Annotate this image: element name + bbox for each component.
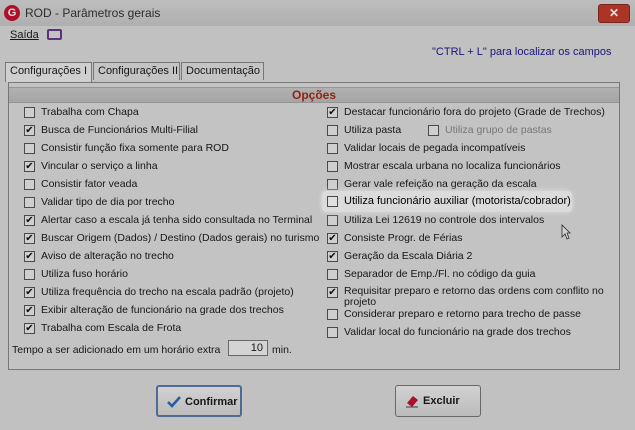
checkbox[interactable] bbox=[24, 161, 35, 172]
option-label: Destacar funcionário fora do projeto (Gr… bbox=[344, 106, 605, 118]
tab-label: Configurações II bbox=[98, 65, 179, 77]
option-label: Validar tipo de dia por trecho bbox=[41, 196, 175, 208]
tempo-label: Tempo a ser adicionado em um horário ext… bbox=[12, 344, 221, 356]
confirm-label: Confirmar bbox=[185, 396, 238, 408]
check-icon bbox=[167, 396, 181, 408]
option-label: Mostrar escala urbana no localiza funcio… bbox=[344, 160, 561, 172]
mouse-cursor-icon bbox=[561, 224, 571, 240]
tempo-unit: min. bbox=[272, 344, 292, 356]
checkbox[interactable] bbox=[327, 143, 338, 154]
checkbox[interactable] bbox=[327, 161, 338, 172]
tab-label: Configurações I bbox=[10, 65, 88, 77]
checkbox[interactable] bbox=[24, 215, 35, 226]
option-label: Utiliza pasta bbox=[344, 124, 402, 136]
option-label: Buscar Origem (Dados) / Destino (Dados g… bbox=[41, 232, 320, 244]
close-button[interactable]: ✕ bbox=[598, 4, 630, 23]
option-label: Considerar preparo e retorno para trecho… bbox=[344, 308, 581, 320]
menu-bar: Saída bbox=[0, 26, 635, 46]
option-label: Exibir alteração de funcionário na grade… bbox=[41, 304, 284, 316]
eraser-icon bbox=[406, 396, 418, 408]
option-label: Utiliza grupo de pastas bbox=[445, 124, 552, 136]
checkbox[interactable] bbox=[327, 233, 338, 244]
option-label: Vincular o serviço a linha bbox=[41, 160, 158, 172]
option-label: Requisitar preparo e retorno das ordens … bbox=[344, 285, 604, 308]
option-label: Consiste Progr. de Férias bbox=[344, 232, 463, 244]
highlighted-checkbox[interactable] bbox=[327, 196, 338, 207]
option-label: Utiliza Lei 12619 no controle dos interv… bbox=[344, 214, 545, 226]
checkbox[interactable] bbox=[24, 143, 35, 154]
checkbox[interactable] bbox=[24, 251, 35, 262]
search-hint: "CTRL + L" para localizar os campos bbox=[432, 46, 612, 58]
option-label: Trabalha com Escala de Frota bbox=[41, 322, 182, 334]
option-label: Utiliza frequência do trecho na escala p… bbox=[41, 286, 294, 298]
option-label: Utiliza fuso horário bbox=[41, 268, 128, 280]
option-label: Gerar vale refeição na geração da escala bbox=[344, 178, 537, 190]
option-label: Trabalha com Chapa bbox=[41, 106, 139, 118]
title-bar: G ROD - Parâmetros gerais ✕ bbox=[0, 0, 635, 26]
checkbox[interactable] bbox=[327, 327, 338, 338]
checkbox[interactable] bbox=[327, 125, 338, 136]
checkbox[interactable] bbox=[24, 179, 35, 190]
checkbox[interactable] bbox=[428, 125, 439, 136]
delete-button[interactable]: Excluir bbox=[395, 385, 481, 417]
parametros-window: G ROD - Parâmetros gerais ✕ Saída "CTRL … bbox=[0, 0, 635, 430]
checkbox[interactable] bbox=[24, 107, 35, 118]
checkbox[interactable] bbox=[24, 269, 35, 280]
option-label: Validar locais de pegada incompatíveis bbox=[344, 142, 526, 154]
checkbox[interactable] bbox=[327, 287, 338, 298]
option-label: Consistir fator veada bbox=[41, 178, 138, 190]
menu-saida[interactable]: Saída bbox=[10, 29, 39, 41]
option-label: Alertar caso a escala já tenha sido cons… bbox=[41, 214, 313, 226]
monitor-icon[interactable] bbox=[47, 29, 62, 40]
delete-label: Excluir bbox=[423, 395, 460, 407]
window-title: ROD - Parâmetros gerais bbox=[25, 6, 161, 20]
checkbox[interactable] bbox=[24, 287, 35, 298]
checkbox[interactable] bbox=[327, 179, 338, 190]
option-label: Validar local do funcionário na grade do… bbox=[344, 326, 571, 338]
app-logo-icon: G bbox=[4, 5, 20, 21]
highlighted-option-label[interactable]: Utiliza funcionário auxiliar (motorista/… bbox=[344, 195, 571, 207]
tab-label: Documentação bbox=[186, 65, 260, 77]
checkbox[interactable] bbox=[327, 251, 338, 262]
option-label: Separador de Emp./Fl. no código da guia bbox=[344, 268, 536, 280]
tempo-input[interactable]: 10 bbox=[228, 340, 268, 356]
tab-documentacao[interactable]: Documentação bbox=[181, 62, 264, 80]
checkbox[interactable] bbox=[24, 305, 35, 316]
checkbox[interactable] bbox=[24, 125, 35, 136]
checkbox[interactable] bbox=[327, 269, 338, 280]
checkbox[interactable] bbox=[327, 309, 338, 320]
tab-configuracoes-ii[interactable]: Configurações II bbox=[93, 62, 180, 80]
tab-configuracoes-i[interactable]: Configurações I bbox=[5, 62, 92, 82]
checkbox[interactable] bbox=[24, 197, 35, 208]
option-label: Aviso de alteração no trecho bbox=[41, 250, 174, 262]
panel-header: Opções bbox=[9, 87, 619, 103]
checkbox[interactable] bbox=[24, 233, 35, 244]
option-label: Geração da Escala Diária 2 bbox=[344, 250, 473, 262]
checkbox[interactable] bbox=[327, 215, 338, 226]
option-label: Busca de Funcionários Multi-Filial bbox=[41, 124, 198, 136]
confirm-button[interactable]: Confirmar bbox=[156, 385, 242, 417]
checkbox[interactable] bbox=[327, 107, 338, 118]
option-label: Consistir função fixa somente para ROD bbox=[41, 142, 229, 154]
checkbox[interactable] bbox=[24, 323, 35, 334]
